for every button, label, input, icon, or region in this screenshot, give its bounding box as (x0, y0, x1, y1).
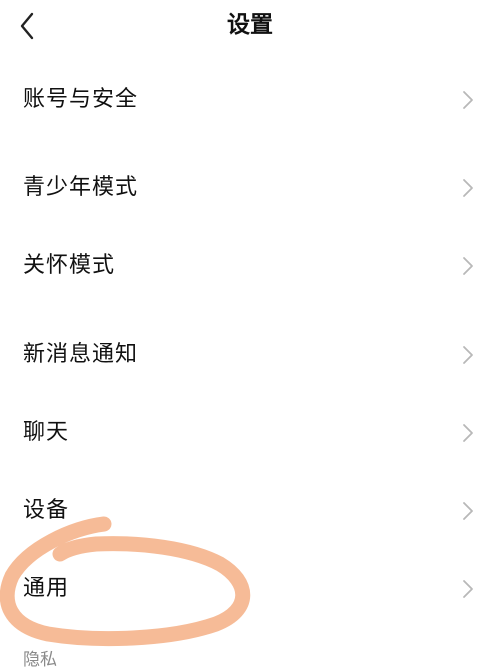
settings-item-chat[interactable]: 聊天 (0, 401, 500, 465)
chevron-right-icon (463, 179, 473, 197)
page-title: 设置 (227, 12, 273, 38)
settings-item-label: 新消息通知 (23, 342, 139, 367)
chevron-right-icon (463, 346, 473, 364)
settings-item-label: 设备 (23, 498, 70, 523)
chevron-right-icon (463, 91, 473, 109)
settings-item-notifications[interactable]: 新消息通知 (0, 323, 500, 387)
chevron-right-icon (463, 580, 473, 598)
settings-item-label: 聊天 (23, 420, 70, 445)
top-bar: 设置 (0, 0, 500, 52)
settings-item-general[interactable]: 通用 (0, 557, 500, 621)
section-label-privacy: 隐私 (23, 650, 57, 670)
chevron-right-icon (463, 424, 473, 442)
settings-item-label: 关怀模式 (23, 253, 116, 278)
settings-item-account-security[interactable]: 账号与安全 (0, 68, 500, 132)
settings-item-label: 账号与安全 (23, 87, 139, 112)
settings-item-devices[interactable]: 设备 (0, 479, 500, 543)
settings-item-label: 青少年模式 (23, 175, 139, 200)
settings-item-youth-mode[interactable]: 青少年模式 (0, 156, 500, 220)
chevron-right-icon (463, 257, 473, 275)
settings-item-care-mode[interactable]: 关怀模式 (0, 234, 500, 298)
settings-item-label: 通用 (23, 576, 70, 601)
chevron-right-icon (463, 502, 473, 520)
